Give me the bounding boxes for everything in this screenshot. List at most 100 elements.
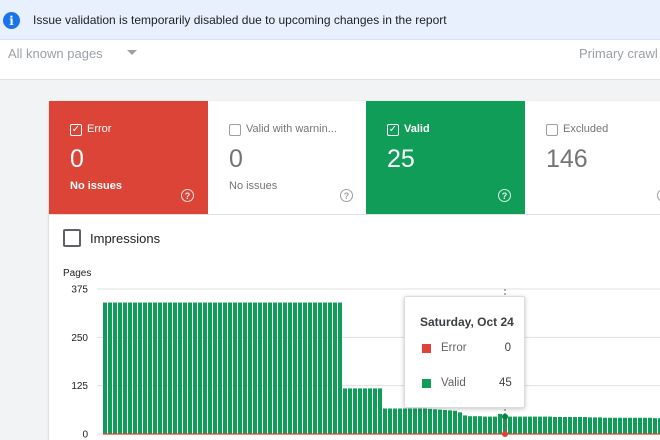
bar[interactable]	[453, 410, 457, 434]
bar[interactable]	[443, 410, 447, 434]
bar[interactable]	[523, 416, 527, 434]
bar[interactable]	[473, 416, 477, 434]
bar[interactable]	[408, 408, 412, 434]
bar[interactable]	[308, 302, 312, 434]
bar[interactable]	[128, 302, 132, 434]
bar[interactable]	[203, 302, 207, 434]
bar[interactable]	[173, 302, 177, 434]
bar[interactable]	[578, 416, 582, 434]
bar[interactable]	[518, 416, 522, 434]
bar[interactable]	[293, 302, 297, 434]
bar[interactable]	[263, 302, 267, 434]
bar[interactable]	[193, 302, 197, 434]
bar[interactable]	[148, 302, 152, 434]
bar[interactable]	[458, 412, 462, 434]
bar[interactable]	[253, 302, 257, 434]
bar[interactable]	[118, 302, 122, 434]
bar[interactable]	[208, 302, 212, 434]
bar[interactable]	[163, 302, 167, 434]
bar[interactable]	[348, 388, 352, 434]
bar[interactable]	[423, 408, 427, 434]
bar[interactable]	[243, 302, 247, 434]
bar[interactable]	[463, 415, 467, 434]
bar[interactable]	[438, 409, 442, 434]
bar[interactable]	[318, 302, 322, 434]
bar[interactable]	[133, 302, 137, 434]
bar[interactable]	[198, 302, 202, 434]
bar[interactable]	[123, 302, 127, 434]
bar[interactable]	[298, 302, 302, 434]
bar[interactable]	[218, 302, 222, 434]
bar[interactable]	[618, 417, 622, 434]
bar[interactable]	[323, 302, 327, 434]
bar[interactable]	[213, 302, 217, 434]
bar[interactable]	[368, 388, 372, 434]
bar[interactable]	[478, 416, 482, 434]
bar[interactable]	[403, 408, 407, 434]
bar[interactable]	[178, 302, 182, 434]
bar[interactable]	[138, 302, 142, 434]
bar[interactable]	[303, 302, 307, 434]
bar[interactable]	[433, 409, 437, 434]
bar[interactable]	[158, 302, 162, 434]
bar[interactable]	[113, 302, 117, 434]
bar[interactable]	[333, 302, 337, 434]
bar[interactable]	[533, 416, 537, 434]
bar[interactable]	[343, 388, 347, 434]
bar[interactable]	[488, 416, 492, 434]
bar[interactable]	[623, 417, 627, 434]
bar[interactable]	[228, 302, 232, 434]
bar[interactable]	[583, 416, 587, 434]
bar[interactable]	[643, 417, 647, 434]
bar[interactable]	[388, 408, 392, 434]
bar[interactable]	[558, 416, 562, 434]
bar[interactable]	[548, 416, 552, 434]
bar[interactable]	[538, 416, 542, 434]
bar[interactable]	[143, 302, 147, 434]
bar[interactable]	[603, 417, 607, 434]
bar[interactable]	[418, 408, 422, 434]
bar[interactable]	[328, 302, 332, 434]
bar[interactable]	[613, 417, 617, 434]
bar[interactable]	[588, 417, 592, 434]
bar[interactable]	[653, 418, 657, 434]
bar[interactable]	[313, 302, 317, 434]
bar[interactable]	[573, 416, 577, 434]
bar[interactable]	[568, 416, 572, 434]
bar[interactable]	[468, 416, 472, 434]
bar[interactable]	[268, 302, 272, 434]
bar[interactable]	[153, 302, 157, 434]
bar[interactable]	[358, 388, 362, 434]
bar[interactable]	[103, 302, 107, 434]
bar[interactable]	[638, 417, 642, 434]
bar[interactable]	[483, 416, 487, 434]
bar[interactable]	[378, 388, 382, 434]
bar[interactable]	[188, 302, 192, 434]
bar[interactable]	[168, 302, 172, 434]
bar[interactable]	[448, 410, 452, 434]
bar[interactable]	[493, 416, 497, 434]
bar[interactable]	[608, 417, 612, 434]
bar[interactable]	[383, 408, 387, 434]
bar[interactable]	[398, 408, 402, 434]
bar[interactable]	[513, 416, 517, 434]
bar[interactable]	[528, 416, 532, 434]
bar[interactable]	[223, 302, 227, 434]
bar[interactable]	[183, 302, 187, 434]
bar[interactable]	[393, 408, 397, 434]
bar[interactable]	[278, 302, 282, 434]
bar[interactable]	[283, 302, 287, 434]
bar[interactable]	[373, 388, 377, 434]
bar[interactable]	[338, 302, 342, 434]
bar[interactable]	[238, 302, 242, 434]
bar[interactable]	[633, 417, 637, 434]
bar[interactable]	[108, 302, 112, 434]
bar[interactable]	[288, 302, 292, 434]
bar[interactable]	[563, 416, 567, 434]
bar[interactable]	[648, 417, 652, 434]
bar[interactable]	[428, 408, 432, 434]
bar[interactable]	[248, 302, 252, 434]
pages-chart[interactable]: Pages 375 250 125 0	[0, 0, 660, 440]
bar[interactable]	[498, 413, 502, 434]
bar[interactable]	[628, 417, 632, 434]
